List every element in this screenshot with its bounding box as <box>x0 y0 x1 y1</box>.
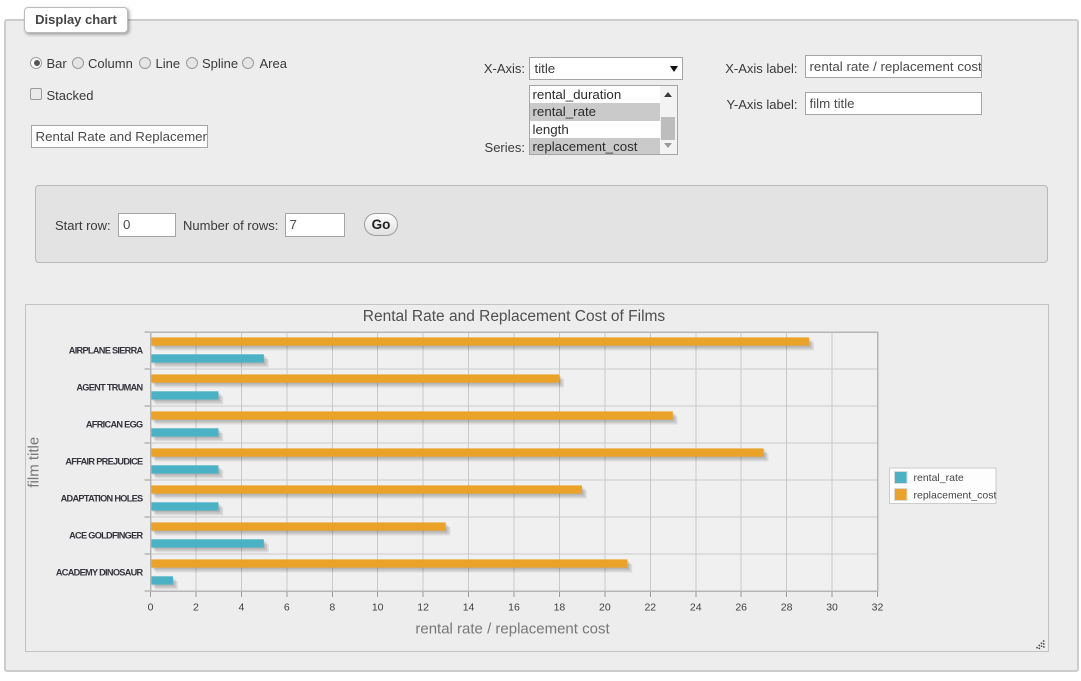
svg-text:10: 10 <box>372 601 384 613</box>
svg-text:6: 6 <box>284 601 290 613</box>
svg-text:replacement_cost: replacement_cost <box>914 489 997 501</box>
svg-text:18: 18 <box>554 601 566 613</box>
svg-text:22: 22 <box>644 601 656 613</box>
svg-text:16: 16 <box>508 601 520 613</box>
svg-text:12: 12 <box>417 601 429 613</box>
svg-text:ACADEMY DINOSAUR: ACADEMY DINOSAUR <box>56 567 144 577</box>
svg-text:24: 24 <box>690 601 702 613</box>
svg-text:AFRICAN EGG: AFRICAN EGG <box>86 419 143 429</box>
svg-text:8: 8 <box>329 601 335 613</box>
svg-text:14: 14 <box>463 601 475 613</box>
svg-text:20: 20 <box>599 601 611 613</box>
svg-text:28: 28 <box>781 601 793 613</box>
svg-text:ADAPTATION HOLES: ADAPTATION HOLES <box>61 493 143 503</box>
svg-text:AGENT TRUMAN: AGENT TRUMAN <box>76 382 143 392</box>
svg-text:rental_rate: rental_rate <box>914 472 964 484</box>
svg-text:Rental Rate and Replacement Co: Rental Rate and Replacement Cost of Film… <box>363 308 666 325</box>
svg-text:AFFAIR PREJUDICE: AFFAIR PREJUDICE <box>65 456 143 466</box>
svg-text:film title: film title <box>26 436 43 487</box>
svg-text:rental rate / replacement cost: rental rate / replacement cost <box>415 620 610 637</box>
svg-text:26: 26 <box>735 601 747 613</box>
svg-text:4: 4 <box>238 601 244 613</box>
svg-text:32: 32 <box>872 601 884 613</box>
svg-text:ACE GOLDFINGER: ACE GOLDFINGER <box>69 530 143 540</box>
svg-text:2: 2 <box>193 601 199 613</box>
svg-text:30: 30 <box>826 601 838 613</box>
svg-text:0: 0 <box>148 601 154 613</box>
svg-text:AIRPLANE SIERRA: AIRPLANE SIERRA <box>69 345 144 355</box>
